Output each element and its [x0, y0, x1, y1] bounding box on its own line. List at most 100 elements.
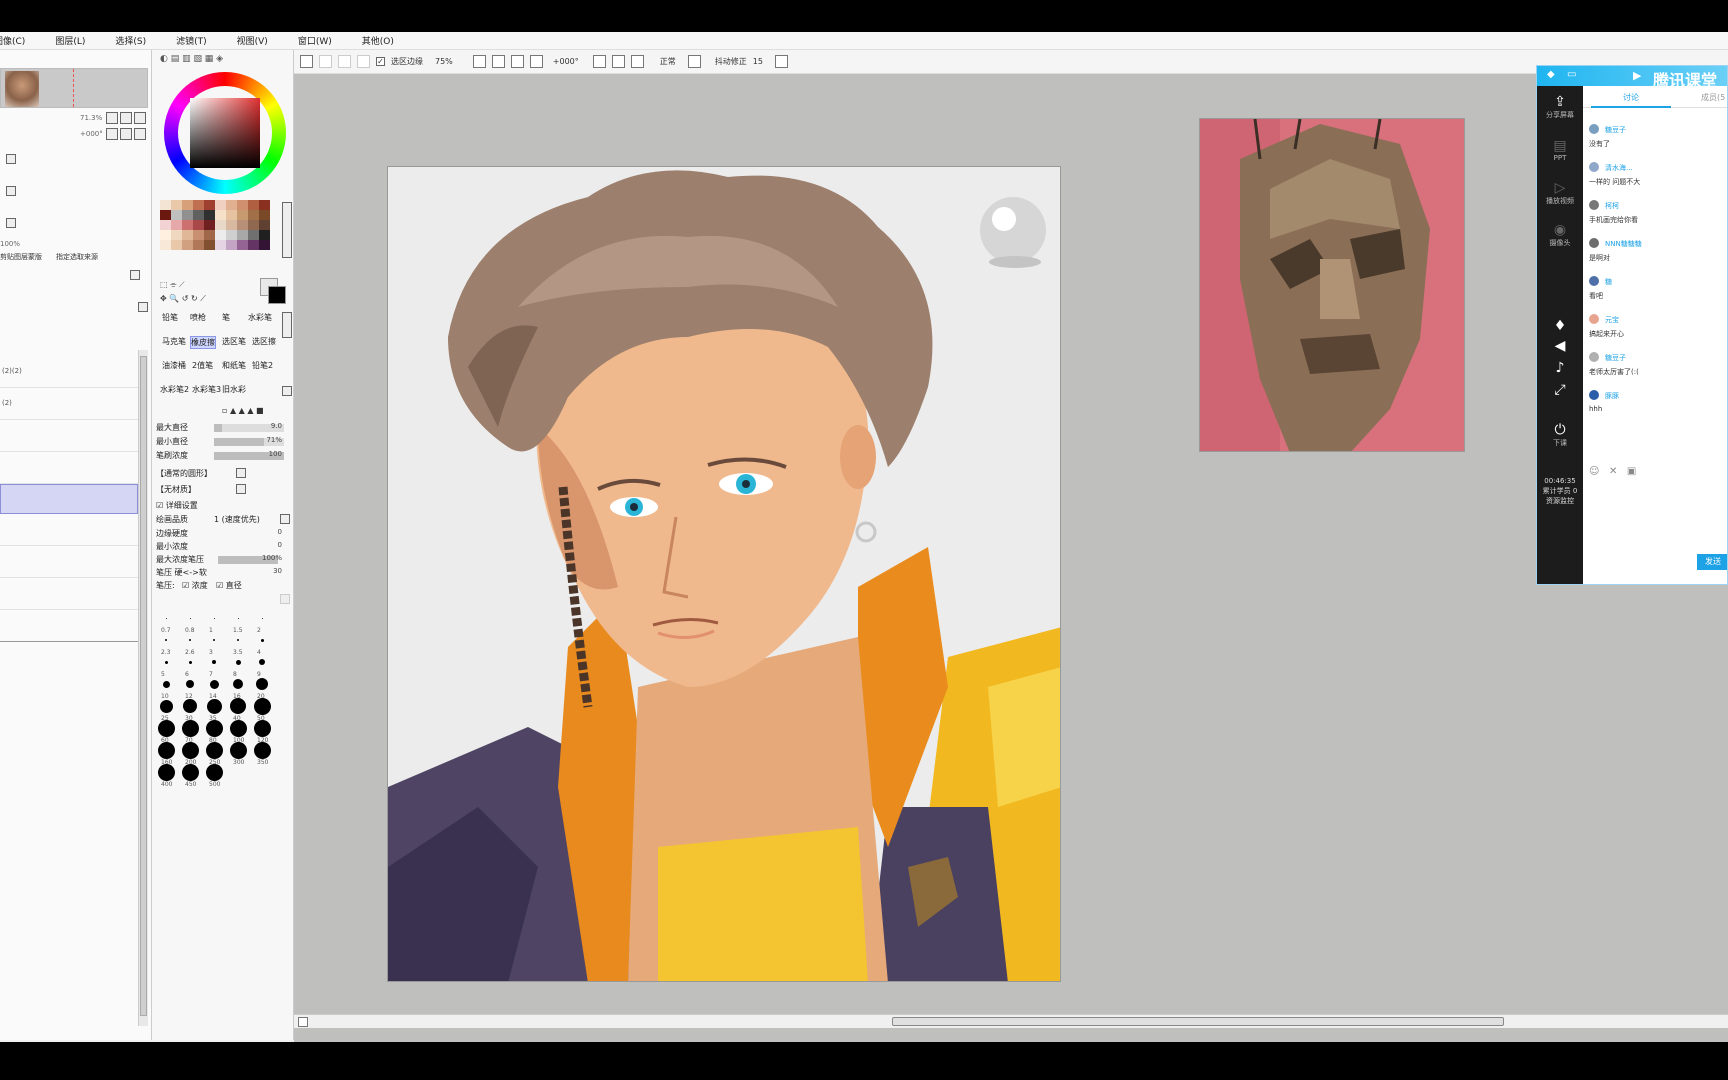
color-swatch[interactable]	[237, 200, 248, 210]
menu-window[interactable]: 窗口(W)	[298, 34, 332, 47]
layer-tool-button-3[interactable]	[6, 218, 16, 228]
brush-marker[interactable]: 马克笔	[162, 336, 186, 347]
tab-discussion[interactable]: 讨论	[1623, 92, 1639, 103]
brush-list-scroll[interactable]	[282, 312, 292, 338]
layer-panel-option-b[interactable]	[138, 302, 148, 312]
user-avatar[interactable]	[1589, 276, 1599, 286]
brush-size-panel-option[interactable]	[280, 594, 290, 604]
brush-size-dot[interactable]	[157, 741, 175, 759]
brush-eraser[interactable]: 橡皮擦	[190, 336, 216, 349]
screen-icon[interactable]: ▭	[1567, 69, 1576, 80]
message-author[interactable]: NNN糖糖糖	[1605, 239, 1642, 249]
nav-rotate-reset-button[interactable]	[134, 128, 146, 140]
canvas-area[interactable]	[294, 74, 1728, 1042]
color-swatch[interactable]	[171, 200, 182, 210]
layer-row[interactable]: (2)	[0, 390, 138, 420]
brush-size-dot[interactable]	[165, 617, 167, 619]
mic-button[interactable]: ♦	[1541, 318, 1579, 334]
brush-size-dot[interactable]	[206, 698, 222, 714]
color-swatch[interactable]	[204, 240, 215, 250]
color-swatch[interactable]	[182, 210, 193, 220]
rotate-right-button[interactable]	[611, 55, 625, 68]
menu-filter[interactable]: 滤镜(T)	[176, 34, 207, 47]
layer-tool-button-1[interactable]	[6, 154, 16, 164]
layer-row[interactable]: (2)(2)	[0, 358, 138, 388]
color-swatch[interactable]	[248, 230, 259, 240]
brush-old-watercolor[interactable]: 旧水彩	[222, 384, 246, 395]
color-swatch[interactable]	[248, 240, 259, 250]
color-swatch[interactable]	[182, 220, 193, 230]
brush-binary[interactable]: 2值笔	[192, 360, 213, 371]
brush-size-dot[interactable]	[183, 699, 197, 713]
brush-size-dot[interactable]	[212, 660, 216, 664]
user-avatar[interactable]	[1589, 390, 1599, 400]
brush-size-dot[interactable]	[181, 741, 199, 759]
brush-list-option[interactable]	[282, 386, 292, 396]
brush-watercolor-2[interactable]: 水彩笔2	[160, 384, 189, 395]
brush-size-dot[interactable]	[181, 763, 199, 781]
color-swatch[interactable]	[193, 230, 204, 240]
zoom-reset-button[interactable]	[510, 55, 524, 68]
brush-size-dot[interactable]	[157, 719, 175, 737]
color-swatch[interactable]	[182, 240, 193, 250]
nav-zoom-reset-button[interactable]	[134, 112, 146, 124]
brush-size-dot[interactable]	[237, 639, 239, 641]
brush-size-dot[interactable]	[159, 699, 173, 713]
brush-size-dot[interactable]	[165, 639, 167, 641]
color-swatch[interactable]	[171, 220, 182, 230]
brush-size-dot[interactable]	[213, 639, 215, 641]
brush-pencil-2[interactable]: 铅笔2	[252, 360, 273, 371]
color-swatch[interactable]	[215, 210, 226, 220]
color-swatch[interactable]	[248, 220, 259, 230]
color-swatch[interactable]	[160, 230, 171, 240]
navigator-thumbnail[interactable]	[0, 68, 148, 108]
color-swatch[interactable]	[171, 210, 182, 220]
blend-mode[interactable]: 正常	[660, 56, 676, 67]
pressure-diameter-checkbox[interactable]: ☑ 直径	[216, 580, 242, 591]
brush-shape-presets[interactable]: ▫ ▲ ▲ ▲ ■	[222, 406, 264, 415]
message-author[interactable]: 糖豆子	[1605, 125, 1626, 135]
brush-selection-pen[interactable]: 选区笔	[222, 336, 246, 347]
user-avatar[interactable]	[1589, 124, 1599, 134]
navigation-tools[interactable]: ✥ 🔍 ↺ ↻ ⟋	[160, 294, 206, 304]
stabilizer-value[interactable]: 15	[753, 57, 763, 66]
tool-button-3[interactable]	[338, 55, 351, 68]
brush-watercolor[interactable]: 水彩笔	[248, 312, 272, 323]
brush-shape-select[interactable]: 【通常的圆形】	[156, 468, 286, 480]
layer-row[interactable]	[0, 612, 138, 642]
color-swatch[interactable]	[226, 210, 237, 220]
reference-image[interactable]	[1199, 118, 1465, 452]
brush-size-dot[interactable]	[233, 679, 243, 689]
color-swatch[interactable]	[248, 210, 259, 220]
brush-size-dot[interactable]	[261, 617, 263, 619]
layer-row[interactable]	[0, 548, 138, 578]
brush-size-dot[interactable]	[186, 680, 194, 688]
brush-size-dot[interactable]	[229, 719, 247, 737]
layers-scrollbar[interactable]	[138, 350, 148, 1026]
user-avatar[interactable]	[1589, 162, 1599, 172]
brush-washi[interactable]: 和纸笔	[222, 360, 246, 371]
color-swatch[interactable]	[215, 200, 226, 210]
message-author[interactable]: 糖	[1605, 277, 1612, 287]
message-author[interactable]: 清水海...	[1605, 163, 1633, 173]
brush-size-dot[interactable]	[213, 617, 215, 619]
color-mode-tabs[interactable]: ◐ ▤ ▥ ▧ ▦ ◈	[160, 54, 223, 64]
brush-size-dot[interactable]	[209, 679, 219, 689]
color-swatch[interactable]	[204, 200, 215, 210]
brush-pen[interactable]: 笔	[222, 312, 230, 323]
clear-icon[interactable]: ✕	[1609, 466, 1617, 477]
param-density[interactable]: 笔刷浓度 100	[156, 450, 286, 462]
brush-size-dot[interactable]	[205, 763, 223, 781]
color-swatch[interactable]	[182, 230, 193, 240]
swatch-scroll[interactable]	[282, 202, 292, 258]
brush-size-dot[interactable]	[256, 678, 268, 690]
color-swatch[interactable]	[193, 200, 204, 210]
brush-size-dot[interactable]	[157, 763, 175, 781]
brush-size-dot[interactable]	[189, 639, 191, 641]
color-swatch[interactable]	[215, 240, 226, 250]
menu-view[interactable]: 视图(V)	[237, 34, 268, 47]
detail-settings[interactable]: ☑ 详细设置	[156, 500, 286, 512]
menu-image[interactable]: 图像(C)	[0, 34, 25, 47]
brush-selection-eraser[interactable]: 选区擦	[252, 336, 276, 347]
menu-other[interactable]: 其他(O)	[362, 34, 394, 47]
